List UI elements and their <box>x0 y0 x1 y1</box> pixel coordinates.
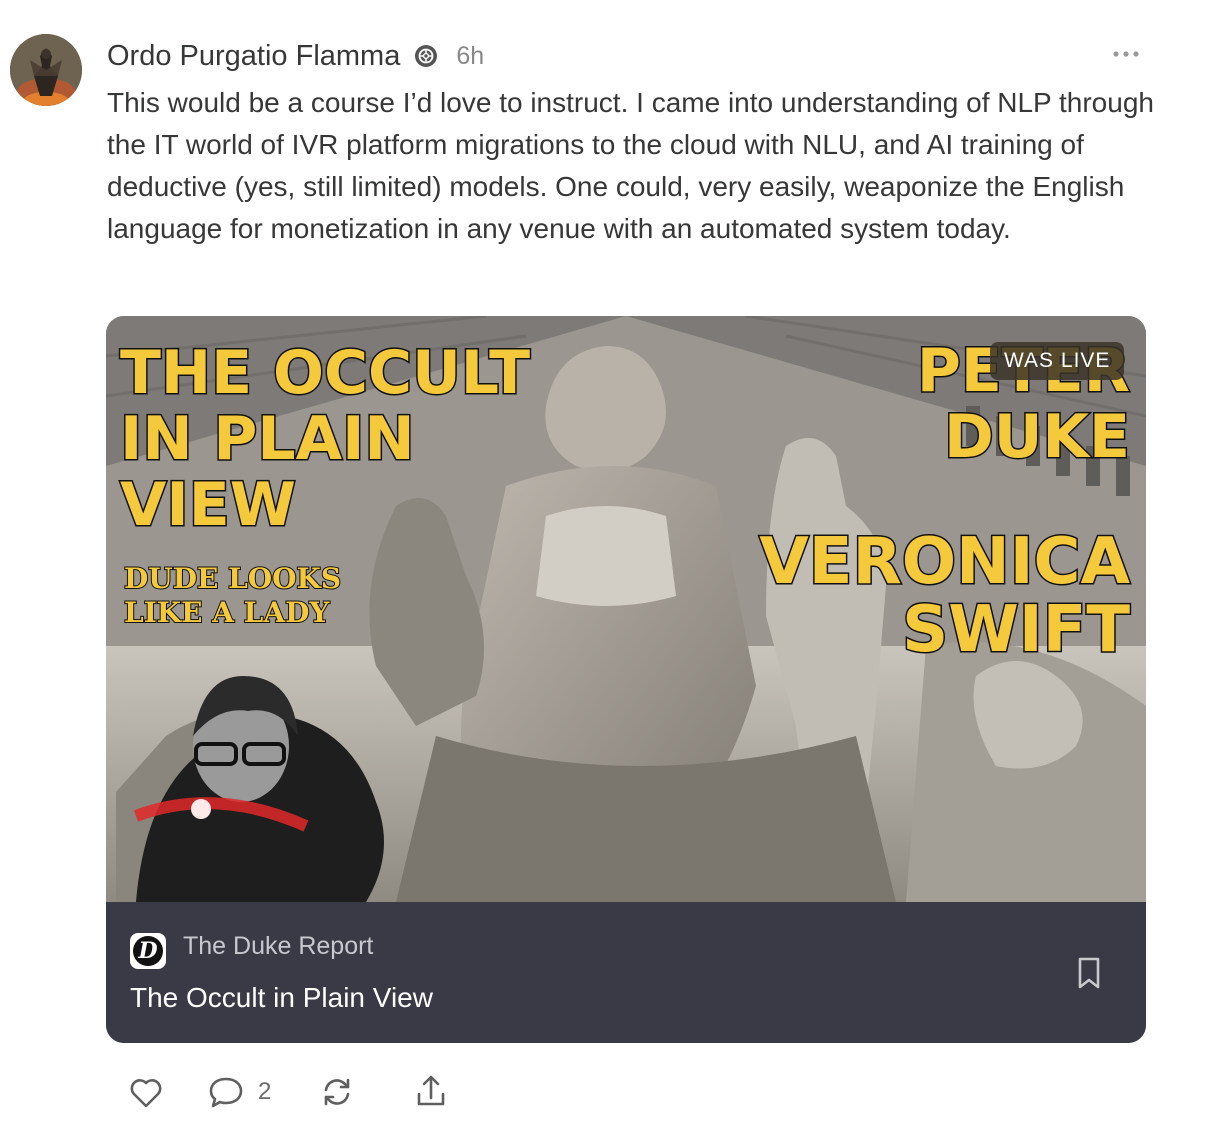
heart-icon <box>126 1072 166 1112</box>
card-meta[interactable]: D The Duke Report The Occult in Plain Vi… <box>106 902 1146 1043</box>
thumbnail-guest-line: SWIFT <box>901 593 1132 667</box>
thumbnail-subtitle-text: DUDE LOOKS LIKE A LADY <box>123 561 342 630</box>
bookmark-icon[interactable] <box>1072 955 1106 991</box>
author-avatar[interactable] <box>10 34 82 106</box>
thumbnail-subtitle-line: LIKE A LADY <box>123 595 330 630</box>
video-post-card[interactable]: THE OCCULT IN PLAIN VIEW DUDE LOOKS LIKE… <box>106 316 1146 1043</box>
like-button[interactable] <box>126 1072 166 1112</box>
author-name[interactable]: Ordo Purgatio Flamma <box>107 40 400 73</box>
share-icon <box>411 1072 451 1112</box>
card-title[interactable]: The Occult in Plain View <box>130 982 433 1014</box>
thumbnail-title-text: THE OCCULT IN PLAIN VIEW <box>118 338 531 540</box>
thumbnail-title-line: THE OCCULT <box>118 338 531 408</box>
thumbnail-title-line: VIEW <box>118 470 297 540</box>
share-button[interactable] <box>411 1072 451 1112</box>
thumbnail-guest-line: DUKE <box>942 402 1131 472</box>
thumbnail-subtitle-line: DUDE LOOKS <box>123 561 342 596</box>
was-live-badge: WAS LIVE <box>990 342 1125 380</box>
more-options-icon[interactable] <box>1108 40 1144 68</box>
comment-button[interactable]: 2 <box>206 1072 271 1112</box>
thumbnail-guest-bottom-text: VERONICA SWIFT <box>758 525 1132 667</box>
thumbnail-title-line: IN PLAIN <box>118 404 416 474</box>
comment-icon <box>206 1072 246 1112</box>
publication-name[interactable]: The Duke Report <box>183 932 373 961</box>
video-thumbnail[interactable]: THE OCCULT IN PLAIN VIEW DUDE LOOKS LIKE… <box>106 316 1146 902</box>
post-body: This would be a course I’d love to instr… <box>107 87 1154 244</box>
comment-count: 2 <box>258 1078 272 1105</box>
subscriber-badge-icon <box>414 44 438 68</box>
post-header: Ordo Purgatio Flamma 6h <box>107 36 484 76</box>
restack-button[interactable] <box>317 1072 357 1112</box>
thumbnail-guest-line: VERONICA <box>758 525 1132 599</box>
restack-icon <box>317 1072 357 1112</box>
post-actions: 2 <box>126 1070 451 1114</box>
publication-logo: D <box>130 933 166 969</box>
post-timestamp[interactable]: 6h <box>456 42 484 71</box>
